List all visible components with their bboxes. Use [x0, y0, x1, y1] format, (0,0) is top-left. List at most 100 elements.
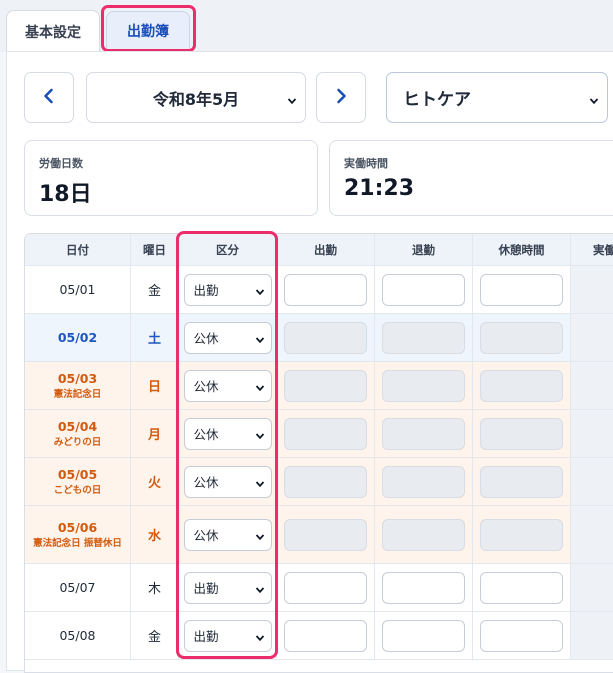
actual-hours-fill [571, 458, 613, 505]
day-of-week-value: 木 [147, 582, 161, 597]
date-cell: 05/08 [25, 612, 131, 659]
table-row: 05/08 金 出勤 [25, 612, 613, 660]
category-select[interactable]: 公休 [183, 321, 272, 354]
category-select[interactable]: 公休 [183, 369, 272, 402]
clock-in-input[interactable] [284, 465, 367, 498]
category-select[interactable]: 公休 [183, 465, 272, 498]
date-value: 05/02 [57, 330, 98, 345]
clock-in-input[interactable] [284, 571, 367, 604]
date-value: 05/06 [57, 519, 98, 535]
clock-out-cell [375, 362, 473, 409]
day-of-week-value: 火 [147, 476, 161, 491]
chevron-right-icon [332, 87, 350, 109]
clock-out-input[interactable] [382, 273, 465, 306]
chevron-down-icon [255, 530, 265, 545]
category-select-value: 出勤 [193, 581, 219, 596]
table-row: 05/07 木 出勤 [25, 564, 613, 612]
date-cell: 05/01 [25, 266, 131, 313]
day-of-week-cell: 火 [131, 458, 179, 505]
day-of-week-value: 水 [147, 529, 161, 544]
break-time-input[interactable] [480, 321, 563, 354]
break-time-input[interactable] [480, 518, 563, 551]
category-select-value: 公休 [193, 427, 219, 442]
header-break-time: 休憩時間 [473, 234, 571, 265]
category-select[interactable]: 出勤 [183, 571, 272, 604]
holiday-name: こどもの日 [53, 484, 102, 496]
clock-in-input[interactable] [284, 321, 367, 354]
clock-in-input[interactable] [284, 619, 367, 652]
clock-out-input[interactable] [382, 465, 465, 498]
category-select[interactable]: 公休 [183, 417, 272, 450]
table-row: 05/03 憲法記念日 日 公休 [25, 362, 613, 410]
clock-out-cell [375, 564, 473, 611]
clock-in-cell [277, 612, 375, 659]
date-cell: 05/04 みどりの日 [25, 410, 131, 457]
break-time-cell [473, 266, 571, 313]
month-select[interactable]: 令和8年5月 [86, 72, 306, 123]
clock-out-input[interactable] [382, 369, 465, 402]
prev-month-button[interactable] [24, 72, 74, 123]
day-of-week-cell: 金 [131, 612, 179, 659]
table-row: 05/06 憲法記念日 振替休日 水 公休 [25, 506, 613, 564]
clock-in-cell [277, 314, 375, 361]
header-clock-out: 退勤 [375, 234, 473, 265]
header-clock-in: 出勤 [277, 234, 375, 265]
actual-hours-cell [571, 314, 613, 361]
header-date: 日付 [25, 234, 131, 265]
clock-out-input[interactable] [382, 571, 465, 604]
category-cell: 公休 [179, 410, 277, 457]
break-time-cell [473, 612, 571, 659]
chevron-down-icon [255, 631, 265, 646]
clock-out-cell [375, 314, 473, 361]
date-value: 05/08 [59, 628, 96, 643]
break-time-input[interactable] [480, 369, 563, 402]
break-time-input[interactable] [480, 465, 563, 498]
day-of-week-value: 日 [147, 380, 161, 395]
category-select[interactable]: 出勤 [183, 273, 272, 306]
category-select-value: 公休 [193, 379, 219, 394]
clock-out-cell [375, 266, 473, 313]
tab-attendance[interactable]: 出勤簿 [106, 11, 190, 49]
clock-out-input[interactable] [382, 417, 465, 450]
category-select[interactable]: 出勤 [183, 619, 272, 652]
actual-hours-fill [571, 410, 613, 457]
day-of-week-value: 月 [147, 428, 161, 443]
clock-in-cell [277, 458, 375, 505]
actual-hours-cell [571, 506, 613, 563]
date-cell: 05/02 [25, 314, 131, 361]
category-cell: 公休 [179, 314, 277, 361]
category-select-value: 公休 [193, 475, 219, 490]
clock-out-input[interactable] [382, 619, 465, 652]
table-row: 05/04 みどりの日 月 公休 [25, 410, 613, 458]
break-time-input[interactable] [480, 273, 563, 306]
category-select[interactable]: 公休 [183, 518, 272, 551]
clock-in-input[interactable] [284, 518, 367, 551]
day-of-week-value: 土 [147, 332, 161, 347]
break-time-input[interactable] [480, 619, 563, 652]
next-month-button[interactable] [316, 72, 366, 123]
break-time-input[interactable] [480, 417, 563, 450]
actual-hours-fill [571, 564, 613, 611]
clock-out-input[interactable] [382, 518, 465, 551]
clock-out-cell [375, 506, 473, 563]
holiday-name: 憲法記念日 [53, 388, 102, 400]
chevron-left-icon [40, 87, 58, 109]
organization-select[interactable]: ヒトケア [386, 72, 608, 123]
category-cell: 出勤 [179, 612, 277, 659]
actual-hours-fill [571, 612, 613, 659]
category-select-value: 公休 [193, 331, 219, 346]
day-of-week-cell: 月 [131, 410, 179, 457]
actual-hours-card: 実働時間 21:23 [329, 140, 613, 216]
work-days-label: 労働日数 [39, 157, 83, 170]
chevron-down-icon [255, 477, 265, 492]
clock-out-input[interactable] [382, 321, 465, 354]
break-time-input[interactable] [480, 571, 563, 604]
clock-in-input[interactable] [284, 273, 367, 306]
organization-select-value: ヒトケア [403, 90, 471, 110]
clock-in-input[interactable] [284, 369, 367, 402]
category-select-value: 出勤 [193, 283, 219, 298]
clock-in-input[interactable] [284, 417, 367, 450]
attendance-table: 日付 曜日 区分 出勤 退勤 休憩時間 実働 05/01金出勤05/02土公休0… [24, 233, 613, 673]
tab-basic-settings[interactable]: 基本設定 [6, 10, 100, 52]
date-value: 05/05 [57, 466, 98, 482]
